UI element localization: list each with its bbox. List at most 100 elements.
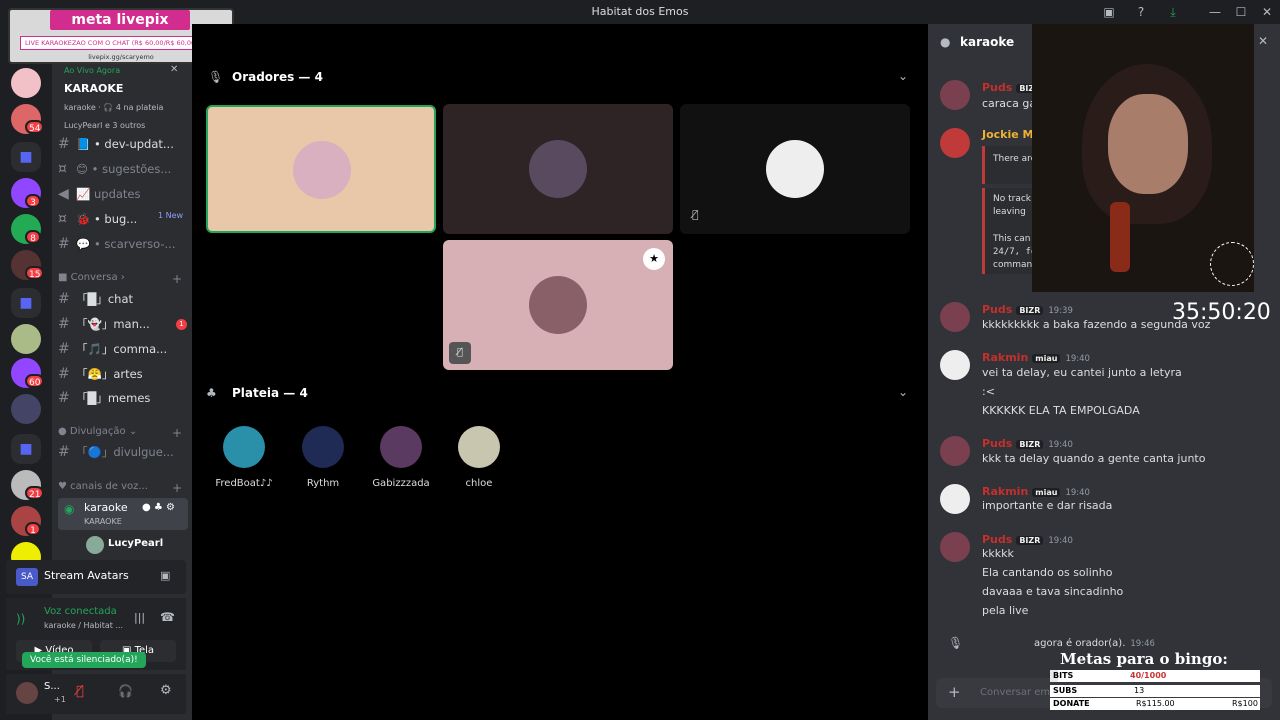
avatar: [940, 128, 970, 158]
speaker-tile[interactable]: [206, 105, 436, 233]
goal-row: BITS 40/1000: [1050, 670, 1260, 682]
server-badge: 54: [25, 120, 45, 134]
channel-item[interactable]: ¤ 🐞 • bug... 1 New: [58, 211, 188, 231]
channel-item[interactable]: ◀ 📈 updates: [58, 186, 188, 206]
channel-item[interactable]: # 「█」memes: [58, 390, 188, 410]
goals-title: Metas para o bingo:: [1060, 650, 1228, 668]
message-text: vei ta delay, eu cantei junto a letyra: [982, 366, 1182, 379]
speaker-tile[interactable]: ★ 🎙̸: [443, 240, 673, 370]
channel-item[interactable]: # 📘 • dev-updat...: [58, 136, 188, 156]
category-header[interactable]: ♥ canais de voz... +: [58, 481, 188, 495]
message-text: importante e dar risada: [982, 499, 1113, 512]
message-text: kkkkk: [982, 547, 1014, 560]
speaker-tile[interactable]: [443, 104, 673, 234]
category-header[interactable]: ● Divulgação ⌄ +: [58, 426, 188, 440]
avatar[interactable]: [16, 682, 38, 704]
event-participants: LucyPearl e 3 outros: [64, 121, 146, 130]
add-channel-icon[interactable]: +: [172, 426, 182, 440]
channel-item[interactable]: ¤ 😊 • sugestões...: [58, 161, 188, 181]
collapse-chevron-icon[interactable]: ⌄: [898, 69, 908, 83]
audience-member[interactable]: Gabizzzada: [366, 426, 436, 489]
avatar: [766, 140, 824, 198]
event-title: KARAOKE: [64, 82, 124, 95]
hash-icon: #: [58, 366, 70, 382]
stream-timer: 35:50:20: [1172, 300, 1271, 325]
moderator-badge-icon: ★: [643, 248, 665, 270]
add-channel-icon[interactable]: +: [172, 481, 182, 495]
avatar: [293, 141, 351, 199]
headphones-icon[interactable]: 🎧: [118, 684, 133, 698]
maximize-icon[interactable]: ☐: [1232, 3, 1250, 21]
avatar: [529, 276, 587, 334]
audience-member[interactable]: chloe: [444, 426, 514, 489]
webcam-face: [1108, 94, 1188, 194]
channel-item[interactable]: # 「🔵」divulgue...: [58, 444, 188, 464]
folder-icon[interactable]: ■: [11, 142, 41, 172]
new-badge: 1 New: [158, 211, 184, 220]
channel-settings-icons[interactable]: ● ♣ ⚙: [142, 502, 175, 513]
channel-item[interactable]: # 「█」chat: [58, 291, 188, 311]
audience-member[interactable]: Rythm: [288, 426, 358, 489]
close-event-icon[interactable]: ✕: [170, 64, 178, 75]
message-text: pela live: [982, 604, 1029, 617]
server-icon[interactable]: [11, 324, 41, 354]
stream-avatars-icon: SA: [16, 568, 38, 586]
mic-muted-icon[interactable]: 🎙̸: [76, 684, 84, 699]
folder-icon[interactable]: ■: [11, 434, 41, 464]
message-author[interactable]: Puds BIZR 19:39: [982, 303, 1073, 316]
disconnect-icon[interactable]: ☎: [160, 610, 175, 624]
goal-row: SUBS 13: [1050, 685, 1260, 697]
add-attachment-icon[interactable]: +: [948, 683, 961, 701]
channel-item[interactable]: # 💬 • scarverso-...: [58, 236, 188, 256]
speaker-tile[interactable]: 🎙̸: [680, 104, 910, 234]
stream-avatars-panel[interactable]: SA Stream Avatars ▣: [6, 560, 186, 594]
muted-toast: Você está silenciado(a)!: [22, 652, 146, 668]
audience-header: Plateia — 4: [232, 386, 308, 400]
message-text: davaaa e tava sincadinho: [982, 585, 1124, 598]
microphone-icon: 🎙: [208, 70, 224, 84]
audience-icon: ♣: [206, 386, 217, 400]
server-icon[interactable]: [11, 394, 41, 424]
category-header[interactable]: ■ Conversa › +: [58, 272, 188, 286]
voice-channel-karaoke[interactable]: ◉ karaoke KARAOKE ● ♣ ⚙: [58, 498, 188, 530]
avatar: [86, 536, 104, 554]
help-icon[interactable]: ?: [1132, 3, 1150, 21]
message-author[interactable]: Rakmin miau 19:40: [982, 485, 1090, 498]
message-author[interactable]: Puds BIZR 19:40: [982, 533, 1073, 546]
signal-icon: )): [16, 612, 26, 626]
collapse-chevron-icon[interactable]: ⌄: [898, 385, 908, 399]
system-message: agora é orador(a). 19:46: [1034, 638, 1155, 649]
activity-icon[interactable]: ▣: [160, 569, 170, 582]
noise-suppression-icon[interactable]: |||: [134, 611, 145, 624]
channel-item[interactable]: # 「🎵」comma...: [58, 341, 188, 361]
close-icon[interactable]: ✕: [1258, 3, 1276, 21]
server-icon[interactable]: [11, 68, 41, 98]
user-panel: S... +1 🎙̸ 🎧 ⚙: [6, 674, 186, 714]
announcement-icon: ◀: [58, 186, 69, 202]
settings-icon[interactable]: ⚙: [160, 683, 172, 698]
inbox-icon[interactable]: ▣: [1100, 3, 1118, 21]
livepix-brand: meta livepix: [50, 10, 190, 30]
bingo-goals: Metas para o bingo: BITS 40/1000 SUBS 13…: [1050, 650, 1260, 714]
add-channel-icon[interactable]: +: [172, 272, 182, 286]
voice-member[interactable]: LucyPearl: [108, 538, 163, 549]
message-author[interactable]: Rakmin miau 19:40: [982, 351, 1090, 364]
avatar: [940, 436, 970, 466]
channel-item[interactable]: # 「👻」man... 1: [58, 316, 188, 336]
minimize-icon[interactable]: —: [1206, 3, 1224, 21]
channel-item[interactable]: # 「😤」artes: [58, 366, 188, 386]
message-text: kkk ta delay quando a gente canta junto: [982, 452, 1206, 465]
loading-ring-icon: [1210, 242, 1254, 286]
server-badge: 1: [25, 522, 41, 536]
message-author[interactable]: Puds BIZR 19:40: [982, 437, 1073, 450]
audience-member[interactable]: FredBoat♪♪: [209, 426, 279, 489]
folder-icon[interactable]: ■: [11, 288, 41, 318]
live-label: Ao Vivo Agora: [64, 66, 121, 75]
avatar: [223, 426, 265, 468]
download-icon[interactable]: ⤓: [1164, 3, 1182, 21]
livepix-goal: LIVE KARAOKEZAO COM O CHAT (R$ 60,00/R$ …: [20, 36, 220, 50]
server-badge: 21: [25, 486, 45, 500]
hash-icon: #: [58, 136, 70, 152]
avatar: [529, 140, 587, 198]
close-icon[interactable]: ✕: [1258, 34, 1268, 48]
